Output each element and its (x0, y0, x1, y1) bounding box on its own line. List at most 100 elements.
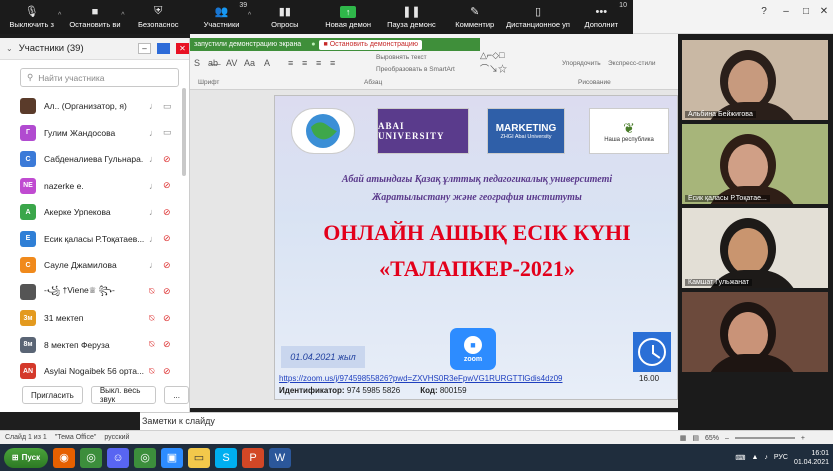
security-button[interactable]: ⛨ Безопаснос (127, 0, 190, 34)
chrome-icon[interactable]: ◎ (134, 447, 156, 468)
microphone-icon[interactable]: ♩ (149, 207, 158, 217)
chevron-up-icon[interactable]: ^ (248, 12, 251, 19)
video-off-icon[interactable]: ⊘ (163, 154, 171, 165)
participant-video-tile[interactable]: Камшат Гульжанат (682, 208, 828, 288)
video-off-icon[interactable]: ⊘ (163, 339, 171, 350)
align-center-icon[interactable]: ≡ (302, 58, 307, 68)
microphone-icon[interactable]: ♩ (149, 154, 158, 164)
mute-button[interactable]: 🎙 Выключить з ^ (0, 0, 63, 34)
slide-sorter-icon[interactable]: ▤ (692, 434, 699, 442)
language-indicator[interactable]: русский (104, 434, 129, 441)
annotate-button[interactable]: ✎ Комментир (443, 0, 506, 34)
popout-panel-button[interactable] (157, 43, 170, 54)
chevron-down-icon[interactable]: ⌄ (6, 44, 13, 53)
participant-row[interactable]: 8м 8 мектеп Феруза ⍉ ⊘ (0, 332, 189, 359)
video-off-icon[interactable]: ⊘ (163, 207, 171, 218)
mic-muted-icon[interactable]: ⍉ (149, 366, 154, 377)
invite-button[interactable]: Пригласить (22, 386, 83, 404)
powerpoint-icon[interactable]: P (242, 447, 264, 468)
microphone-icon[interactable]: ♩ (149, 101, 158, 111)
quick-styles-button[interactable]: Экспресс-стили (608, 60, 656, 67)
mute-all-button[interactable]: Выкл. весь звук (90, 386, 157, 404)
minimize-panel-button[interactable]: – (138, 43, 151, 54)
close-button[interactable]: ✕ (813, 3, 833, 19)
font-format-icon[interactable]: S (194, 58, 200, 68)
word-icon[interactable]: W (269, 447, 291, 468)
network-icon[interactable]: ▲ (751, 454, 758, 461)
participant-video-tile[interactable]: Альбина Бейжигова (682, 40, 828, 120)
normal-view-icon[interactable]: ▦ (680, 434, 687, 442)
firefox-icon[interactable]: ◉ (53, 447, 75, 468)
start-button[interactable]: ⊞ Пуск (4, 447, 48, 468)
microphone-icon[interactable]: ♩ (149, 181, 158, 191)
participant-row[interactable]: 3м 31 мектеп ⍉ ⊘ (0, 305, 189, 332)
discord-icon[interactable]: ☺ (107, 447, 129, 468)
video-off-icon[interactable]: ⊘ (163, 366, 171, 377)
mic-muted-icon[interactable]: ⍉ (149, 313, 154, 324)
participant-row[interactable]: Г Гулим Жандосова ♩ ▭ (0, 120, 189, 147)
participant-row[interactable]: С Сабденалиева Гульнара... ♩ ⊘ (0, 146, 189, 173)
video-off-icon[interactable]: ⊘ (163, 233, 171, 244)
video-camera-icon[interactable]: ▭ (163, 101, 172, 112)
chrome-icon[interactable]: ◎ (80, 447, 102, 468)
chevron-up-icon[interactable]: ^ (58, 12, 61, 19)
video-camera-icon[interactable]: ▭ (163, 127, 172, 138)
participant-video-tile[interactable]: Есик қаласы Р.Тоқатае... (682, 124, 828, 204)
skype-icon[interactable]: S (215, 447, 237, 468)
arrange-button[interactable]: Упорядочить (562, 60, 601, 67)
participant-search-input[interactable]: ⚲ Найти участника (20, 68, 179, 87)
microphone-icon[interactable]: ♩ (149, 128, 158, 138)
stop-video-button[interactable]: ■ Остановить ви ^ (63, 0, 126, 34)
align-left-icon[interactable]: ≡ (288, 58, 293, 68)
participant-row[interactable]: Е Есик қаласы Р.Тоқатаев... ♩ ⊘ (0, 226, 189, 253)
tray-clock[interactable]: 16:01 01.04.2021 (794, 449, 829, 467)
participant-row[interactable]: С Сауле Джамилова ♩ ⊘ (0, 252, 189, 279)
language-indicator[interactable]: РУС (774, 454, 788, 461)
video-off-icon[interactable]: ⊘ (163, 286, 171, 297)
font-color-icon[interactable]: A (264, 58, 270, 68)
participant-list-scrollbar[interactable] (182, 88, 186, 176)
participant-row[interactable]: -꧁ †Viene♕ ꧂- ⍉ ⊘ (0, 279, 189, 306)
participant-row[interactable]: А Акерке Урпекова ♩ ⊘ (0, 199, 189, 226)
shapes-gallery-icon[interactable]: △⌐◇□ (480, 50, 505, 61)
zoom-in-icon[interactable]: + (801, 435, 805, 442)
participant-video-tile[interactable] (682, 292, 828, 372)
spacing-icon[interactable]: AV (226, 58, 237, 68)
slide-notes-field[interactable]: Заметки к слайду (140, 412, 678, 430)
close-panel-button[interactable]: ✕ (176, 43, 189, 54)
zoom-icon[interactable]: ▣ (161, 447, 183, 468)
microphone-icon[interactable]: ♩ (149, 260, 158, 270)
participant-row[interactable]: Ал.. (Организатор, я) ♩ ▭ (0, 93, 189, 120)
keyboard-icon[interactable]: ⌨ (735, 454, 745, 462)
more-button[interactable]: ••• Дополнит 10 (570, 0, 633, 34)
help-icon[interactable]: ? (753, 3, 775, 19)
zoom-level[interactable]: 65% (705, 435, 719, 442)
align-text-button[interactable]: Выровнять текст (376, 54, 427, 61)
zoom-meeting-link[interactable]: https://zoom.us/j/97459855826?pwd=ZXVHS0… (279, 374, 562, 383)
more-options-button[interactable]: ... (164, 386, 189, 404)
mic-muted-icon[interactable]: ⍉ (149, 339, 154, 350)
shapes-gallery-row2-icon[interactable]: ⌒↘☆ (480, 62, 507, 75)
explorer-icon[interactable]: ▭ (188, 447, 210, 468)
chevron-up-icon[interactable]: ^ (121, 12, 124, 19)
strikethrough-icon[interactable]: a̶b̶ (208, 58, 218, 68)
video-off-icon[interactable]: ⊘ (163, 260, 171, 271)
minimize-button[interactable]: – (775, 3, 797, 19)
stop-share-button[interactable]: ■ Остановить демонстрацию (319, 39, 423, 50)
polls-button[interactable]: ▮▮ Опросы (253, 0, 316, 34)
remote-control-button[interactable]: ▯ Дистанционное уп (506, 0, 569, 34)
zoom-out-icon[interactable]: – (725, 435, 729, 442)
microphone-icon[interactable]: ♩ (149, 234, 158, 244)
video-off-icon[interactable]: ⊘ (163, 180, 171, 191)
pause-share-button[interactable]: ❚❚ Пауза демонс (380, 0, 443, 34)
mic-muted-icon[interactable]: ⍉ (149, 286, 154, 297)
justify-icon[interactable]: ≡ (330, 58, 335, 68)
participants-button[interactable]: 👥 Участники 39 ^ (190, 0, 253, 34)
participant-row[interactable]: NE nazerke e. ♩ ⊘ (0, 173, 189, 200)
new-share-button[interactable]: ↑ Новая демон (316, 0, 379, 34)
video-off-icon[interactable]: ⊘ (163, 313, 171, 324)
convert-smartart-button[interactable]: Преобразовать в SmartArt (376, 66, 455, 73)
volume-icon[interactable]: ♪ (764, 454, 768, 461)
zoom-slider[interactable] (734, 437, 795, 439)
slide-canvas[interactable]: ABAI UNIVERSITY MARKETING ZHGI Abai Unive… (274, 95, 678, 400)
